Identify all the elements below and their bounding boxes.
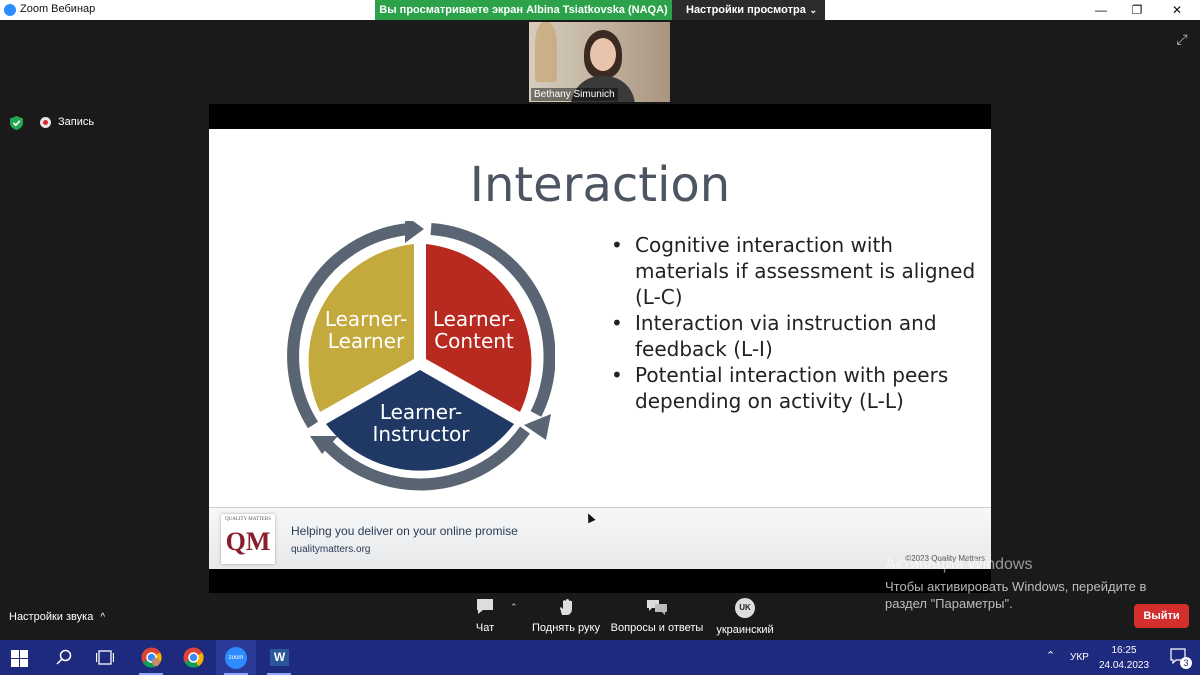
clock[interactable]: 16:25 24.04.2023 bbox=[1098, 643, 1150, 673]
windows-start-icon[interactable] bbox=[11, 650, 28, 667]
zoom-icon: zoom bbox=[225, 647, 247, 669]
chat-icon bbox=[477, 599, 493, 614]
interpretation-badge: UK bbox=[739, 603, 751, 612]
taskbar-chrome[interactable] bbox=[173, 640, 213, 675]
audio-caret-icon: ^ bbox=[100, 612, 106, 623]
segment-label-left-1: Learner- bbox=[325, 307, 407, 331]
windows-taskbar: zoom W bbox=[0, 640, 1200, 675]
arrowhead-top bbox=[405, 221, 424, 243]
raise-hand-button[interactable]: Поднять руку bbox=[530, 598, 602, 634]
interpretation-label: украинский bbox=[716, 624, 774, 636]
slide-footer: QUALITY MATTERS QM Helping you deliver o… bbox=[209, 507, 991, 569]
activation-watermark-title: Активация Windows bbox=[885, 556, 1033, 573]
qa-icon bbox=[647, 600, 667, 615]
fullscreen-icon[interactable]: ⤢ bbox=[1174, 31, 1190, 47]
share-banner-text: Вы просматриваете экран Albina Tsiatkovs… bbox=[375, 0, 672, 20]
segment-label-bottom-2: Instructor bbox=[372, 422, 470, 446]
qa-label: Вопросы и ответы bbox=[610, 622, 704, 634]
audio-settings-button[interactable]: Настройки звука ^ bbox=[9, 611, 105, 623]
clock-date: 24.04.2023 bbox=[1098, 660, 1150, 671]
zoom-icon-label: zoom bbox=[228, 655, 244, 661]
title-bar: Zoom Вебинар Вы просматриваете экран Alb… bbox=[0, 0, 1200, 20]
word-icon: W bbox=[270, 649, 289, 666]
video-plant bbox=[535, 22, 557, 82]
bullet-item: Interaction via instruction and feedback… bbox=[607, 310, 977, 362]
recording-icon bbox=[40, 117, 51, 128]
segment-label-bottom-1: Learner- bbox=[380, 400, 462, 424]
segment-label-right-1: Learner- bbox=[433, 307, 515, 331]
chrome-profile-icon bbox=[141, 647, 162, 668]
qa-button[interactable]: Вопросы и ответы bbox=[610, 598, 704, 634]
footer-tagline: Helping you deliver on your online promi… bbox=[291, 524, 518, 538]
taskbar-word[interactable]: W bbox=[259, 640, 299, 675]
raise-hand-icon bbox=[560, 599, 572, 615]
chevron-down-icon: ⌄ bbox=[809, 5, 817, 15]
word-icon-label: W bbox=[273, 650, 286, 664]
security-shield-icon[interactable] bbox=[10, 116, 23, 130]
interpretation-button[interactable]: UK украинский bbox=[714, 598, 776, 636]
video-person-face bbox=[590, 38, 616, 71]
taskbar-zoom[interactable]: zoom bbox=[216, 640, 256, 675]
presentation-slide: Interaction Learner- Learner Learner- Co… bbox=[209, 129, 991, 569]
task-view-icon[interactable] bbox=[96, 650, 114, 665]
search-icon[interactable] bbox=[56, 649, 72, 665]
view-options-label: Настройки просмотра bbox=[686, 4, 806, 16]
bullet-item: Cognitive interaction with materials if … bbox=[607, 232, 977, 310]
audio-settings-label: Настройки звука bbox=[9, 611, 94, 623]
interpretation-globe-icon: UK bbox=[735, 598, 755, 618]
bullet-item: Potential interaction with peers dependi… bbox=[607, 362, 977, 414]
segment-label-right-2: Content bbox=[434, 329, 514, 353]
participant-name: Bethany Simunich bbox=[531, 88, 618, 101]
logo-big-text: QM bbox=[225, 527, 271, 556]
footer-website: qualitymatters.org bbox=[291, 544, 371, 555]
tray-expand-icon[interactable]: ⌃ bbox=[1046, 649, 1055, 662]
slide-bullet-list: Cognitive interaction with materials if … bbox=[607, 232, 977, 414]
participant-video[interactable]: Bethany Simunich bbox=[529, 22, 670, 102]
exit-button[interactable]: Выйти bbox=[1134, 604, 1189, 628]
taskbar-chrome-profile[interactable] bbox=[131, 640, 171, 675]
notification-count: 3 bbox=[1180, 657, 1192, 669]
recording-label: Запись bbox=[58, 116, 95, 128]
close-button[interactable]: ✕ bbox=[1154, 0, 1200, 20]
chat-caret-icon[interactable]: ⌃ bbox=[510, 602, 518, 613]
activation-watermark-text: Чтобы активировать Windows, перейдите в … bbox=[885, 579, 1147, 611]
interaction-cycle-diagram: Learner- Learner Learner- Content Learne… bbox=[287, 221, 555, 491]
slide-title: Interaction bbox=[469, 157, 731, 213]
chat-button[interactable]: Чат bbox=[470, 598, 500, 634]
zoom-app-icon bbox=[4, 4, 16, 16]
quality-matters-logo: QUALITY MATTERS QM bbox=[221, 514, 275, 564]
raise-hand-label: Поднять руку bbox=[532, 622, 600, 634]
arrowhead-right bbox=[524, 414, 551, 440]
chrome-icon bbox=[183, 647, 204, 668]
screen-share-banner: Вы просматриваете экран Albina Tsiatkovs… bbox=[375, 0, 825, 20]
view-options-dropdown[interactable]: Настройки просмотра ⌄ bbox=[672, 0, 825, 20]
logo-small-text: QUALITY MATTERS bbox=[224, 517, 272, 522]
segment-label-left-2: Learner bbox=[328, 329, 405, 353]
window-title: Zoom Вебинар bbox=[20, 3, 96, 15]
input-language[interactable]: УКР bbox=[1070, 652, 1089, 663]
shared-screen: Interaction Learner- Learner Learner- Co… bbox=[209, 104, 991, 593]
chat-label: Чат bbox=[475, 622, 495, 634]
clock-time: 16:25 bbox=[1111, 645, 1137, 656]
